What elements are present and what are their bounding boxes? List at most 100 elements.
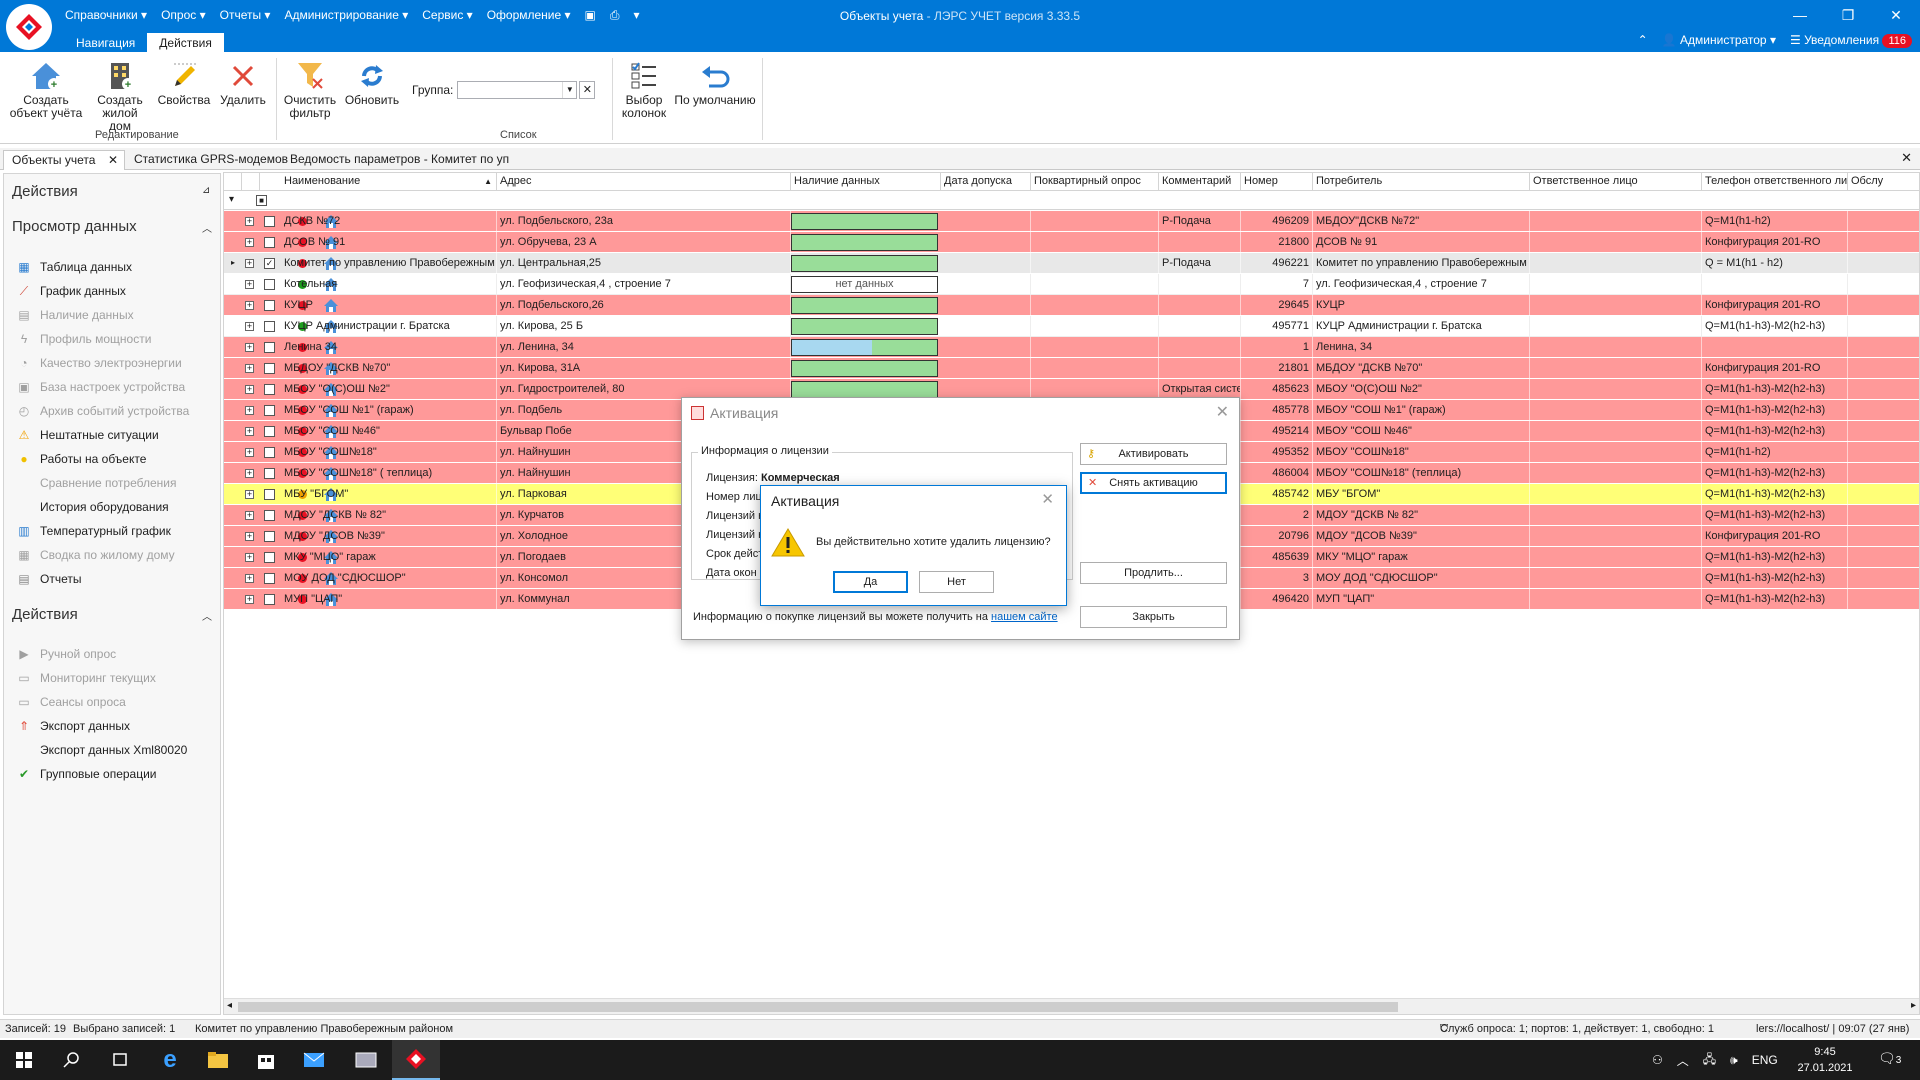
row-checkbox[interactable] xyxy=(264,216,275,227)
section-actions[interactable]: Действия ︿ xyxy=(12,606,212,623)
column-header-6[interactable]: Номер xyxy=(1241,173,1313,191)
deactivate-button[interactable]: ✕ Снять активацию xyxy=(1080,472,1227,494)
row-checkbox[interactable] xyxy=(264,468,275,479)
section-view-data[interactable]: Просмотр данных ︿ xyxy=(12,218,212,235)
website-link[interactable]: нашем сайте xyxy=(991,611,1058,623)
tab-params-sheet[interactable]: Ведомость параметров - Комитет по уп xyxy=(282,150,517,170)
expand-row-icon[interactable]: + xyxy=(245,574,254,583)
clock[interactable]: 9:45 27.01.2021 xyxy=(1790,1044,1860,1076)
folder-icon[interactable] xyxy=(194,1040,242,1080)
scroll-right-icon[interactable]: ▸ xyxy=(1911,1000,1916,1011)
expand-row-icon[interactable]: + xyxy=(245,511,254,520)
start-icon[interactable] xyxy=(0,1040,48,1080)
expand-row-icon[interactable]: + xyxy=(245,217,254,226)
user-menu[interactable]: 👤 Администратор ▾ xyxy=(1662,33,1776,47)
sidebar-view-item-13[interactable]: ▤ Отчеты xyxy=(16,572,81,586)
row-checkbox[interactable] xyxy=(264,279,275,290)
expand-row-icon[interactable]: + xyxy=(245,448,254,457)
table-row[interactable]: + ДСКВ №72 ул. Подбельского, 23а Р-Подача 49… xyxy=(224,211,1919,232)
menu-service[interactable]: Сервис ▾ xyxy=(422,8,472,22)
select-all-checkbox[interactable]: ■ xyxy=(256,195,267,206)
create-house-button[interactable]: + Создать жилой дом xyxy=(90,58,150,133)
sidebar-action-item-1[interactable]: ▭ Мониторинг текущих xyxy=(16,671,156,685)
filter-row[interactable]: ▾ ■ xyxy=(224,192,1919,210)
scroll-left-icon[interactable]: ◂ xyxy=(227,1000,232,1011)
column-header-0[interactable]: Наименование ▲ xyxy=(281,173,497,191)
sidebar-view-item-5[interactable]: ▣ База настроек устройства xyxy=(16,380,185,394)
row-checkbox[interactable] xyxy=(264,405,275,416)
delete-button[interactable]: Удалить xyxy=(218,58,268,107)
column-header-7[interactable]: Потребитель xyxy=(1313,173,1530,191)
people-icon[interactable]: ⚇ xyxy=(1652,1053,1663,1067)
ribbon-tab-actions[interactable]: Действия xyxy=(147,33,224,53)
action-center-icon[interactable]: 🗨3 xyxy=(1878,1050,1901,1067)
chevron-up-icon[interactable]: ︿ xyxy=(202,608,212,623)
expand-row-icon[interactable]: + xyxy=(245,553,254,562)
menu-directories[interactable]: Справочники ▾ xyxy=(65,8,147,22)
row-checkbox[interactable] xyxy=(264,510,275,521)
close-confirm-icon[interactable]: ✕ xyxy=(1041,490,1054,508)
yes-button[interactable]: Да xyxy=(833,571,908,593)
sidebar-action-item-3[interactable]: ⇑ Экспорт данных xyxy=(16,719,130,733)
close-button[interactable]: Закрыть xyxy=(1080,606,1227,628)
column-header-1[interactable]: Адрес xyxy=(497,173,791,191)
lers-app-icon[interactable] xyxy=(392,1040,440,1080)
row-checkbox[interactable] xyxy=(264,573,275,584)
column-header-10[interactable]: Обслу xyxy=(1848,173,1919,191)
store-icon[interactable] xyxy=(242,1040,290,1080)
expand-row-icon[interactable]: + xyxy=(245,364,254,373)
network-icon[interactable]: 🖧 xyxy=(1703,1050,1716,1071)
task-view-icon[interactable] xyxy=(96,1040,144,1080)
row-checkbox[interactable] xyxy=(264,237,275,248)
sidebar-view-item-8[interactable]: ● Работы на объекте xyxy=(16,452,146,466)
table-row[interactable]: + Котельная ул. Геофизическая,4 , строение… xyxy=(224,274,1919,295)
close-window-icon[interactable]: ✕ xyxy=(1872,0,1920,30)
sidebar-view-item-1[interactable]: ⟋ График данных xyxy=(16,284,126,299)
sidebar-action-item-2[interactable]: ▭ Сеансы опроса xyxy=(16,695,125,709)
row-checkbox[interactable] xyxy=(264,552,275,563)
column-select-button[interactable]: Выбор колонок xyxy=(618,58,670,120)
sidebar-view-item-0[interactable]: ▦ Таблица данных xyxy=(16,260,132,274)
app-window-icon[interactable] xyxy=(342,1040,390,1080)
restore-icon[interactable]: ❐ xyxy=(1824,0,1872,30)
volume-icon[interactable]: 🕪 xyxy=(1730,1053,1738,1068)
row-checkbox[interactable] xyxy=(264,342,275,353)
chevron-down-icon[interactable]: ▼ xyxy=(562,82,576,98)
app-logo[interactable] xyxy=(6,4,52,50)
expand-row-icon[interactable]: + xyxy=(245,490,254,499)
default-button[interactable]: По умолчанию xyxy=(672,58,758,107)
save-icon[interactable]: ▣ xyxy=(585,8,596,22)
sidebar-view-item-11[interactable]: ▥ Температурный график xyxy=(16,524,171,538)
column-header-3[interactable]: Дата допуска xyxy=(941,173,1031,191)
sidebar-view-item-3[interactable]: ϟ Профиль мощности xyxy=(16,332,152,346)
sidebar-action-item-4[interactable]: Экспорт данных Xml80020 xyxy=(16,743,187,757)
properties-button[interactable]: Свойства xyxy=(156,58,212,107)
row-checkbox[interactable] xyxy=(264,363,275,374)
extend-button[interactable]: Продлить... xyxy=(1080,562,1227,584)
sidebar-action-item-5[interactable]: ✔ Групповые операции xyxy=(16,767,157,781)
row-checkbox[interactable] xyxy=(264,384,275,395)
clear-group-icon[interactable]: ✕ xyxy=(579,81,596,99)
row-checkbox[interactable] xyxy=(264,426,275,437)
column-header-2[interactable]: Наличие данных xyxy=(791,173,941,191)
column-header-8[interactable]: Ответственное лицо xyxy=(1530,173,1702,191)
clear-filter-button[interactable]: Очистить фильтр xyxy=(282,58,338,120)
row-checkbox[interactable]: ✓ xyxy=(264,258,275,269)
no-button[interactable]: Нет xyxy=(919,571,994,593)
table-row[interactable]: ▸ + ✓ Комитет по управлению Правобережным р… xyxy=(224,253,1919,274)
table-row[interactable]: + КУЦР Администрации г. Братска ул. Кирова… xyxy=(224,316,1919,337)
activate-button[interactable]: ⚷ Активировать xyxy=(1080,443,1227,465)
tray-chevron-icon[interactable]: ︿ xyxy=(1677,1052,1689,1069)
sidebar-view-item-12[interactable]: ▦ Сводка по жилому дому xyxy=(16,548,174,562)
chevron-up-icon[interactable]: ︿ xyxy=(202,220,212,235)
expand-row-icon[interactable]: + xyxy=(245,532,254,541)
sidebar-view-item-9[interactable]: Сравнение потребления xyxy=(16,476,176,490)
menu-reports[interactable]: Отчеты ▾ xyxy=(220,8,271,22)
expand-row-icon[interactable]: + xyxy=(245,280,254,289)
column-header-9[interactable]: Телефон ответственного лица xyxy=(1702,173,1848,191)
tab-gprs-stats[interactable]: Статистика GPRS-модемов xyxy=(126,150,296,170)
expand-row-icon[interactable]: + xyxy=(245,595,254,604)
sidebar-view-item-10[interactable]: История оборудования xyxy=(16,500,169,514)
filter-icon[interactable]: ▾ xyxy=(229,194,234,205)
notifications-button[interactable]: ☰ Уведомления 116 xyxy=(1790,33,1912,48)
